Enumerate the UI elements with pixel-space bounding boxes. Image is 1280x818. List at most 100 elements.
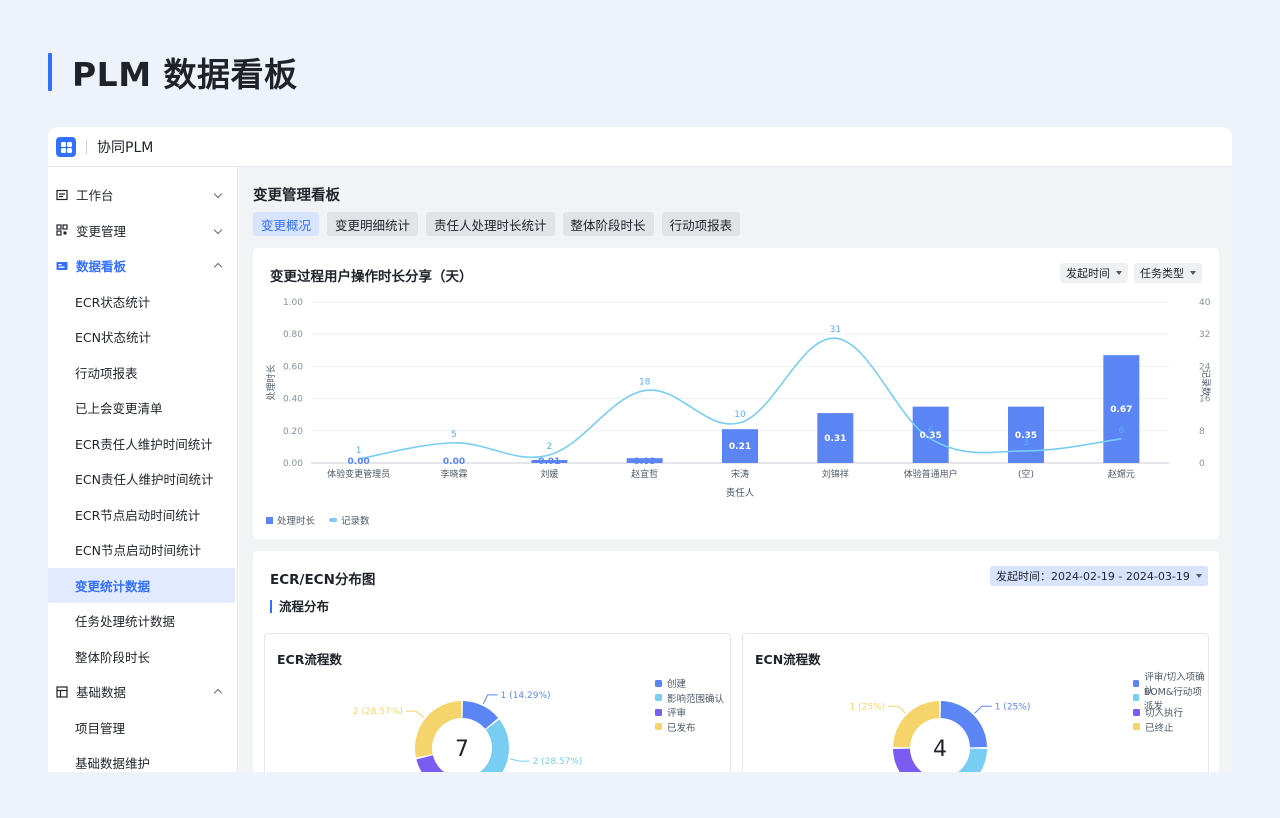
y-tick-label: 0.80 bbox=[283, 330, 303, 340]
legend-item-records[interactable]: 记录数 bbox=[329, 513, 370, 527]
tab-4[interactable]: 行动项报表 bbox=[661, 212, 741, 236]
legend-item[interactable]: 已终止 bbox=[1133, 720, 1208, 735]
tab-2[interactable]: 责任人处理时长统计 bbox=[426, 212, 555, 236]
legend-swatch-icon bbox=[655, 708, 662, 716]
line-data-label: 18 bbox=[639, 378, 651, 388]
x-axis-label: 责任人 bbox=[726, 487, 755, 499]
legend-swatch-icon bbox=[655, 723, 662, 731]
distribution-card: ECR/ECN分布图 发起时间：2024-02-19 - 2024-03-19 … bbox=[253, 551, 1219, 772]
grid-icon bbox=[56, 224, 68, 236]
dashboard-title: 变更管理看板 bbox=[253, 188, 340, 204]
dashboard-icon bbox=[56, 260, 68, 272]
sidebar-item-label: ECR节点启动时间统计 bbox=[75, 507, 201, 523]
donut-slice-label: 2 (28.57%) bbox=[533, 757, 583, 767]
sidebar-item-8[interactable]: ECN责任人维护时间统计 bbox=[48, 461, 237, 497]
legend-item[interactable]: 影响范围确认 bbox=[655, 691, 724, 706]
legend-item[interactable]: 已发布 bbox=[655, 720, 724, 735]
header-divider bbox=[86, 139, 87, 154]
legend-label: 已终止 bbox=[1145, 722, 1174, 734]
app-window: 协同PLM 工作台 变更管理 数据看板 ECR状态统计 ECN状态统计 行动项报表 已上会变… bbox=[48, 127, 1232, 772]
chart-legend: 处理时长 记录数 bbox=[266, 513, 384, 527]
x-tick-label: 赵嫦元 bbox=[1108, 468, 1135, 480]
app-name: 协同PLM bbox=[97, 139, 154, 156]
sidebar-item-11[interactable]: 变更统计数据 bbox=[48, 567, 235, 603]
legend-item[interactable]: 评审 bbox=[655, 705, 724, 720]
chevron-up-icon[interactable] bbox=[213, 262, 223, 272]
sidebar-item-4[interactable]: ECN状态统计 bbox=[48, 319, 237, 355]
sidebar-group-1[interactable]: 变更管理 bbox=[48, 213, 237, 249]
legend-item[interactable]: 创建 bbox=[655, 676, 724, 691]
donut-label-line bbox=[482, 694, 498, 705]
tab-3[interactable]: 整体阶段时长 bbox=[562, 212, 654, 236]
bar-data-label: 0.01 bbox=[538, 457, 560, 467]
donut-slice-label: 2 (28.57%) bbox=[353, 707, 403, 717]
sidebar-item-label: ECR状态统计 bbox=[75, 294, 151, 310]
sidebar-item-6[interactable]: 已上会变更清单 bbox=[48, 390, 237, 426]
y-axis-label: 处理时长 bbox=[265, 364, 277, 400]
page-title: PLM 数据看板 bbox=[72, 55, 298, 94]
donut-total: 7 bbox=[455, 737, 469, 762]
sidebar-item-3[interactable]: ECR状态统计 bbox=[48, 284, 237, 320]
y2-tick-label: 16 bbox=[1199, 395, 1211, 405]
sidebar-item-16[interactable]: 基础数据维护 bbox=[48, 745, 237, 772]
ecn-legend: 评审/切入项确认 BOM&行动项派发 切入执行 已终止 bbox=[1133, 672, 1208, 735]
chevron-down-icon[interactable] bbox=[213, 225, 223, 234]
y2-tick-label: 0 bbox=[1199, 459, 1205, 469]
sidebar-item-label: ECR责任人维护时间统计 bbox=[75, 436, 213, 452]
date-range-filter[interactable]: 发起时间：2024-02-19 - 2024-03-19 bbox=[990, 566, 1208, 586]
sidebar-group-14[interactable]: 基础数据 bbox=[48, 674, 237, 710]
tab-0[interactable]: 变更概况 bbox=[253, 212, 320, 236]
app-logo-icon[interactable] bbox=[56, 136, 76, 157]
legend-swatch-icon bbox=[655, 694, 662, 702]
sidebar-group-0[interactable]: 工作台 bbox=[48, 177, 237, 213]
x-tick-label: 刘媛 bbox=[540, 468, 558, 480]
sidebar-item-12[interactable]: 任务处理统计数据 bbox=[48, 603, 237, 639]
tab-1[interactable]: 变更明细统计 bbox=[327, 212, 419, 236]
sidebar-group-2[interactable]: 数据看板 bbox=[48, 248, 237, 284]
sidebar-item-label: 变更管理 bbox=[76, 223, 127, 239]
caret-down-icon bbox=[1195, 574, 1202, 578]
line-legend-icon bbox=[329, 518, 338, 522]
sidebar-item-label: 任务处理统计数据 bbox=[75, 614, 176, 630]
donut-label-line bbox=[509, 758, 530, 762]
bar-data-label: 0.35 bbox=[920, 431, 942, 441]
donut-slice[interactable] bbox=[941, 748, 987, 772]
donut-label-line bbox=[405, 710, 425, 718]
bar-data-label: 0.31 bbox=[824, 434, 846, 444]
ecn-panel: ECN流程数 41 (25%) 1 (25%) 评审/切入项确认 BOM&行动项派发… bbox=[742, 633, 1209, 772]
x-tick-label: 刘锦祥 bbox=[822, 468, 849, 480]
ecr-legend: 创建 影响范围确认 评审 已发布 bbox=[655, 676, 724, 734]
x-tick-label: 赵宜哲 bbox=[631, 468, 658, 480]
sidebar-item-label: ECN状态统计 bbox=[75, 330, 151, 346]
line-data-label: 1 bbox=[356, 446, 362, 456]
donut-slice[interactable] bbox=[416, 755, 481, 772]
sidebar-item-13[interactable]: 整体阶段时长 bbox=[48, 639, 237, 675]
sidebar-item-label: 变更统计数据 bbox=[75, 578, 151, 594]
sidebar-item-7[interactable]: ECR责任人维护时间统计 bbox=[48, 426, 237, 462]
legend-item-duration[interactable]: 处理时长 bbox=[266, 513, 315, 527]
chevron-down-icon[interactable] bbox=[213, 189, 223, 199]
sidebar-item-10[interactable]: ECN节点启动时间统计 bbox=[48, 532, 237, 568]
legend-swatch-icon bbox=[1133, 723, 1140, 731]
y-tick-label: 1.00 bbox=[283, 298, 303, 308]
legend-swatch-icon bbox=[655, 679, 662, 687]
bar-data-label: 0.35 bbox=[1015, 431, 1037, 441]
donut-slice-label: 1 (14.29%) bbox=[501, 691, 551, 701]
donut-label-line bbox=[888, 705, 906, 714]
y2-axis-label: 记录数 bbox=[1200, 369, 1212, 396]
y-tick-label: 0.60 bbox=[283, 362, 303, 372]
section-label: 流程分布 bbox=[270, 600, 329, 613]
donut-slice-label: 1 (25%) bbox=[995, 702, 1031, 712]
x-tick-label: 体验普通用户 bbox=[904, 468, 958, 480]
sidebar-item-5[interactable]: 行动项报表 bbox=[48, 355, 237, 391]
chevron-up-icon[interactable] bbox=[213, 688, 223, 698]
sidebar-item-9[interactable]: ECR节点启动时间统计 bbox=[48, 497, 237, 533]
bar-data-label: 0.00 bbox=[348, 457, 370, 467]
x-tick-label: 宋涛 bbox=[731, 468, 749, 480]
sidebar-item-15[interactable]: 项目管理 bbox=[48, 710, 237, 746]
sidebar: 工作台变更管理数据看板 ECR状态统计 ECN状态统计行动项报表 已上会变更清单 ECR… bbox=[48, 167, 238, 772]
legend-item[interactable]: BOM&行动项派发 bbox=[1133, 687, 1208, 712]
ecr-panel: ECR流程数 71 (14.29%) 2 (28.57%) 2 (28.57%) 创… bbox=[264, 633, 731, 772]
donut-slice[interactable] bbox=[476, 719, 509, 772]
sidebar-item-label: 基础数据维护 bbox=[75, 756, 151, 772]
